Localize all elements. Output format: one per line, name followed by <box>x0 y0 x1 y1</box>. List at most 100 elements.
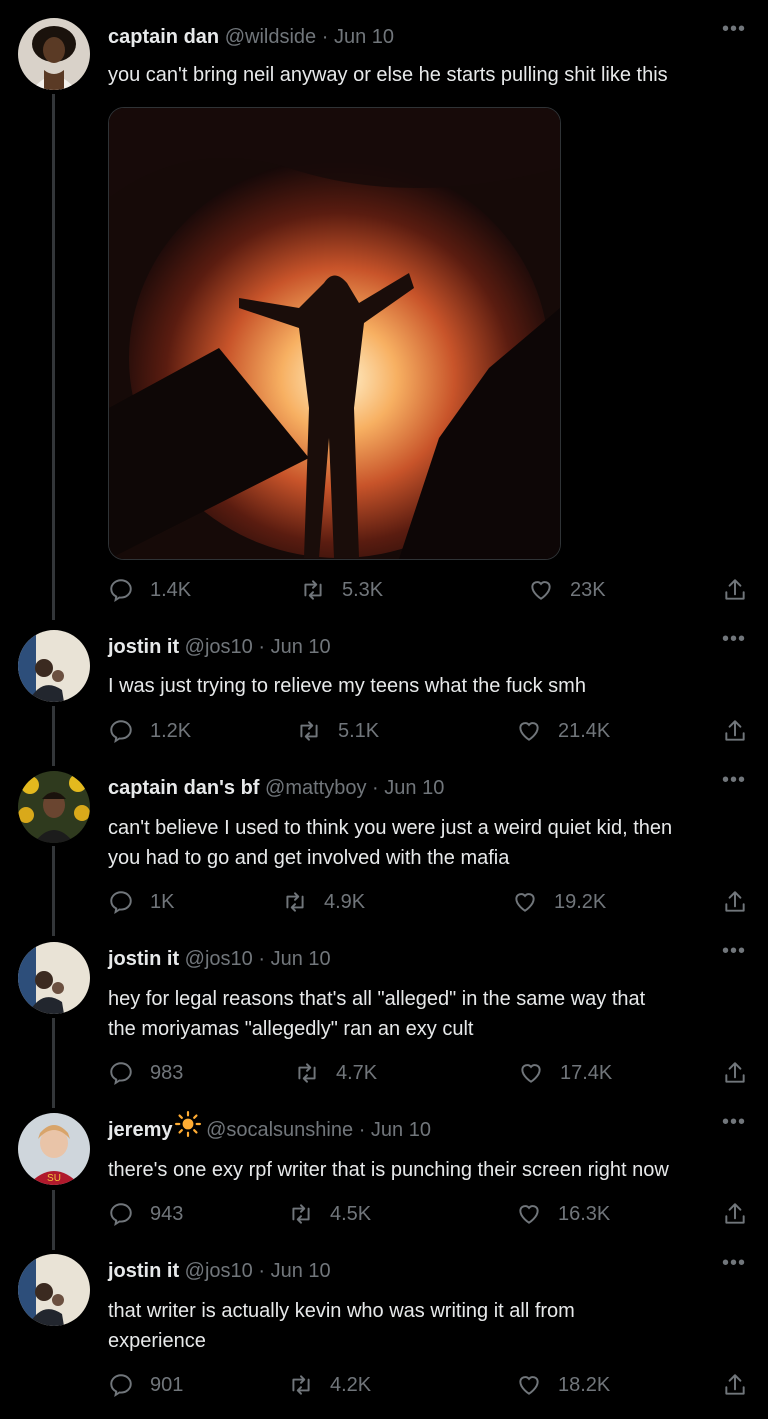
reply-icon <box>110 1203 132 1227</box>
avatar[interactable] <box>18 630 90 702</box>
reply-count: 1K <box>150 890 175 913</box>
display-name[interactable]: jeremy <box>108 1119 173 1141</box>
more-options-icon[interactable]: ••• <box>722 769 746 792</box>
tweet-date[interactable]: Jun 10 <box>334 26 394 48</box>
retweet-count: 4.9K <box>324 890 366 913</box>
like-button[interactable]: 16.3K <box>516 1201 610 1227</box>
tweet-date[interactable]: Jun 10 <box>271 1260 331 1282</box>
reply-button[interactable]: 1K <box>108 889 174 915</box>
heart-icon <box>521 1064 541 1083</box>
sun-icon <box>174 1111 201 1146</box>
thread-line <box>52 846 55 936</box>
user-handle[interactable]: @jos10 <box>185 1260 253 1282</box>
share-icon <box>725 1203 745 1224</box>
thread-line <box>52 706 55 766</box>
more-options-icon[interactable]: ••• <box>722 628 746 651</box>
display-name[interactable]: jostin it <box>108 1260 179 1282</box>
reply-icon <box>110 1062 132 1086</box>
display-name[interactable]: captain dan <box>108 26 219 48</box>
reply-icon <box>110 891 132 915</box>
avatar[interactable] <box>18 1254 90 1326</box>
share-icon <box>725 1374 745 1395</box>
tweet-actions: 901 4.2K 18.2K <box>108 1372 748 1402</box>
tweet-date[interactable]: Jun 10 <box>371 1119 431 1141</box>
like-count: 16.3K <box>558 1202 611 1225</box>
heart-icon <box>515 893 535 912</box>
share-icon <box>725 579 745 600</box>
heart-icon <box>531 581 551 600</box>
like-count: 17.4K <box>560 1061 613 1084</box>
tweet-text: I was just trying to relieve my teens wh… <box>108 675 586 697</box>
reply-button[interactable]: 901 <box>108 1372 183 1398</box>
reply-button[interactable]: 983 <box>108 1060 183 1086</box>
tweet-date[interactable]: Jun 10 <box>271 948 331 970</box>
like-button[interactable]: 21.4K <box>516 718 610 744</box>
thread-line <box>52 1190 55 1250</box>
retweet-icon <box>292 1375 310 1395</box>
retweet-count: 4.7K <box>336 1061 378 1084</box>
reply-button[interactable]: 1.2K <box>108 718 191 744</box>
avatar[interactable] <box>18 771 90 843</box>
retweet-button[interactable]: 4.7K <box>294 1060 377 1086</box>
user-handle[interactable]: @mattyboy <box>265 777 366 799</box>
retweet-count: 4.2K <box>330 1373 372 1396</box>
user-handle[interactable]: @jos10 <box>185 636 253 658</box>
like-count: 18.2K <box>558 1373 611 1396</box>
user-handle[interactable]: @socalsunshine <box>206 1119 353 1141</box>
more-options-icon[interactable]: ••• <box>722 1252 746 1275</box>
separator: · <box>258 636 266 658</box>
like-button[interactable]: 23K <box>528 577 606 603</box>
share-button[interactable] <box>722 718 748 744</box>
retweet-icon <box>286 892 304 912</box>
reply-icon <box>110 720 132 744</box>
retweet-button[interactable]: 5.3K <box>300 577 383 603</box>
share-button[interactable] <box>722 1372 748 1398</box>
avatar[interactable] <box>18 18 90 90</box>
avatar[interactable]: SU <box>18 1113 90 1185</box>
share-button[interactable] <box>722 1060 748 1086</box>
tweet-date[interactable]: Jun 10 <box>271 636 331 658</box>
retweet-icon <box>298 1063 316 1083</box>
retweet-button[interactable]: 4.5K <box>288 1201 371 1227</box>
more-options-icon[interactable]: ••• <box>722 940 746 963</box>
thread-line <box>52 1018 55 1108</box>
reply-button[interactable]: 1.4K <box>108 577 191 603</box>
display-name[interactable]: jostin it <box>108 948 179 970</box>
reply-count: 901 <box>150 1373 184 1396</box>
tweet-header: jeremy @socalsunshine · Jun 10 <box>108 1111 431 1145</box>
tweet-actions: 943 4.5K 16.3K <box>108 1201 748 1231</box>
share-button[interactable] <box>722 889 748 915</box>
tweet-actions: 1.4K 5.3K 23K <box>108 577 748 607</box>
retweet-button[interactable]: 5.1K <box>296 718 379 744</box>
reply-button[interactable]: 943 <box>108 1201 183 1227</box>
retweet-count: 4.5K <box>330 1202 372 1225</box>
tweet-date[interactable]: Jun 10 <box>384 777 444 799</box>
tweet-actions: 1.2K 5.1K 21.4K <box>108 718 748 748</box>
like-button[interactable]: 17.4K <box>518 1060 612 1086</box>
avatar[interactable] <box>18 942 90 1014</box>
retweet-icon <box>300 721 318 741</box>
share-button[interactable] <box>722 577 748 603</box>
more-options-icon[interactable]: ••• <box>722 18 746 41</box>
share-button[interactable] <box>722 1201 748 1227</box>
tweet-text: hey for legal reasons that's all "allege… <box>108 988 646 1040</box>
display-name[interactable]: captain dan's bf <box>108 777 259 799</box>
more-options-icon[interactable]: ••• <box>722 1111 746 1134</box>
share-icon <box>725 1062 745 1083</box>
like-button[interactable]: 18.2K <box>516 1372 610 1398</box>
separator: · <box>358 1119 366 1141</box>
retweet-button[interactable]: 4.9K <box>282 889 365 915</box>
tweet-media-image[interactable] <box>108 107 561 560</box>
avatar-image <box>18 942 90 1014</box>
separator: · <box>372 777 379 799</box>
like-count: 21.4K <box>558 719 611 742</box>
user-handle[interactable]: @jos10 <box>185 948 253 970</box>
like-button[interactable]: 19.2K <box>512 889 606 915</box>
tweet-text: there's one exy rpf writer that is punch… <box>108 1159 669 1181</box>
retweet-button[interactable]: 4.2K <box>288 1372 371 1398</box>
reply-count: 943 <box>150 1202 184 1225</box>
like-count: 19.2K <box>554 890 607 913</box>
display-name[interactable]: jostin it <box>108 636 179 658</box>
separator: · <box>258 948 266 970</box>
user-handle[interactable]: @wildside <box>225 26 316 48</box>
